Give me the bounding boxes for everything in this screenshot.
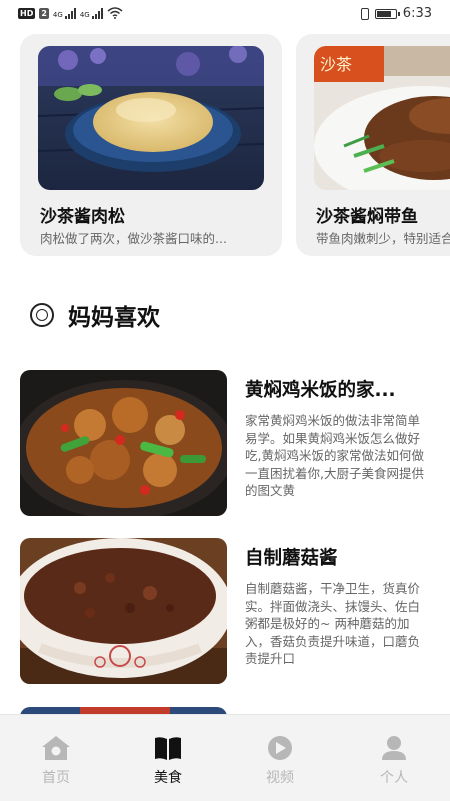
svg-text:沙茶: 沙茶 [320,55,352,74]
sim-badge: 2 [39,7,49,19]
hd-badge: HD [18,7,36,19]
featured-desc: 肉松做了两次，做沙茶酱口味的... [40,231,227,246]
list-item-title: 黄焖鸡米饭的家... [245,380,396,401]
featured-carousel[interactable]: 沙茶酱肉松 肉松做了两次，做沙茶酱口味的... 沙茶 沙茶酱焖带鱼 带鱼肉嫩刺少… [20,34,450,258]
signal-icon: 4G [52,7,76,19]
signal-icon-2: 4G [79,7,103,19]
bottom-tab-bar: 首页 美食 视频 个人 [0,714,450,801]
tab-food[interactable]: 美食 [128,733,208,787]
list-item[interactable]: 黄焖鸡米饭的家... 家常黄焖鸡米饭的做法非常简单易学。如果黄焖鸡米饭怎么做好吃… [20,370,430,516]
list-item-desc: 家常黄焖鸡米饭的做法非常简单易学。如果黄焖鸡米饭怎么做好吃,黄焖鸡米饭的家常做法… [245,413,424,498]
book-icon [155,737,181,760]
tab-home[interactable]: 首页 [16,733,96,787]
featured-title: 沙茶酱焖带鱼 [316,207,418,227]
tab-video[interactable]: 视频 [240,733,320,787]
tab-label: 首页 [42,770,70,786]
tab-label: 美食 [154,770,182,786]
target-icon [30,303,54,327]
section-title: 妈妈喜欢 [68,305,160,331]
home-icon [42,736,70,760]
list-item-image-braised-chicken [20,370,227,516]
featured-image-pork-floss [38,46,264,190]
status-left: HD 2 4G 4G [18,7,123,19]
status-bar: HD 2 4G 4G 6:33 [0,0,450,30]
video-play-icon [268,736,292,760]
tab-label: 视频 [266,770,294,786]
section-header: 妈妈喜欢 [30,298,160,332]
network-type-label-2: 4G [79,10,90,19]
battery-icon [374,8,400,19]
featured-image-hairtail: 沙茶 [314,46,450,190]
tab-label: 个人 [380,770,408,786]
tab-profile[interactable]: 个人 [354,733,434,787]
featured-desc: 带鱼肉嫩刺少，特别适合 [316,231,450,246]
vibrate-icon [360,7,369,20]
clock: 6:33 [402,6,432,21]
battery-level [376,10,391,17]
network-type-label: 4G [52,10,63,19]
list-item[interactable]: 自制蘑菇酱 自制蘑菇酱，干净卫生，货真价实。拌面做浇头、抹馒头、佐白粥都是极好的… [20,538,430,684]
featured-title: 沙茶酱肉松 [40,207,125,227]
featured-card[interactable]: 沙茶 沙茶酱焖带鱼 带鱼肉嫩刺少，特别适合 [296,34,450,256]
list-item-desc: 自制蘑菇酱，干净卫生，货真价实。拌面做浇头、抹馒头、佐白粥都是极好的~ 两种蘑菇… [245,581,421,666]
status-right: 6:33 [360,6,432,21]
list-item-image-mushroom-sauce [20,538,227,684]
list-item-title: 自制蘑菇酱 [245,548,338,569]
wifi-icon [107,7,123,19]
person-icon [382,736,406,760]
featured-card[interactable]: 沙茶酱肉松 肉松做了两次，做沙茶酱口味的... [20,34,282,256]
